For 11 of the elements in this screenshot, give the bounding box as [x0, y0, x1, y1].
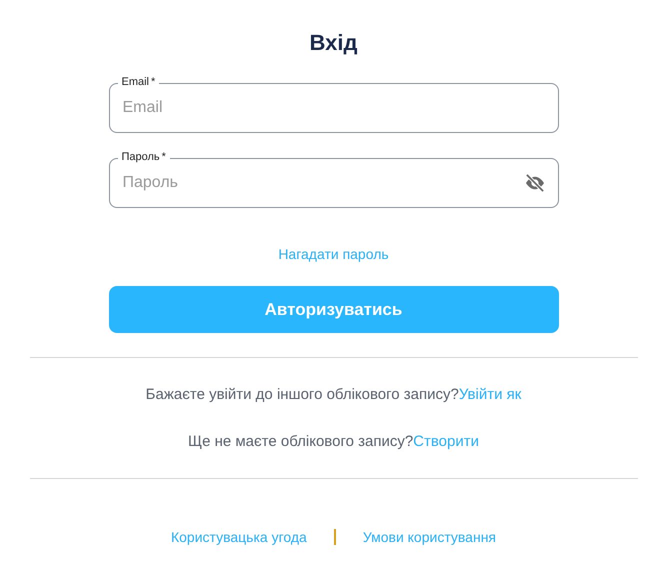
eye-off-icon[interactable]	[524, 174, 546, 192]
login-button[interactable]: Авторизуватись	[108, 286, 558, 333]
prompt-text: Бажаєте увійти до іншого облікового запису?Увійти як	[146, 386, 522, 403]
page-title: Вхід	[310, 30, 358, 57]
footer-link[interactable]: Користувацька угода	[170, 529, 307, 545]
footer-link[interactable]: Умови користування	[362, 529, 496, 545]
prompt-text: Ще не маєте облікового запису?Створити	[188, 433, 479, 450]
prompt-link[interactable]: Увійти як	[458, 386, 522, 403]
forgot-password-link[interactable]: Нагадати пароль	[278, 246, 389, 262]
prompt-link[interactable]: Створити	[413, 433, 479, 450]
field-label: Пароль *	[118, 150, 170, 164]
